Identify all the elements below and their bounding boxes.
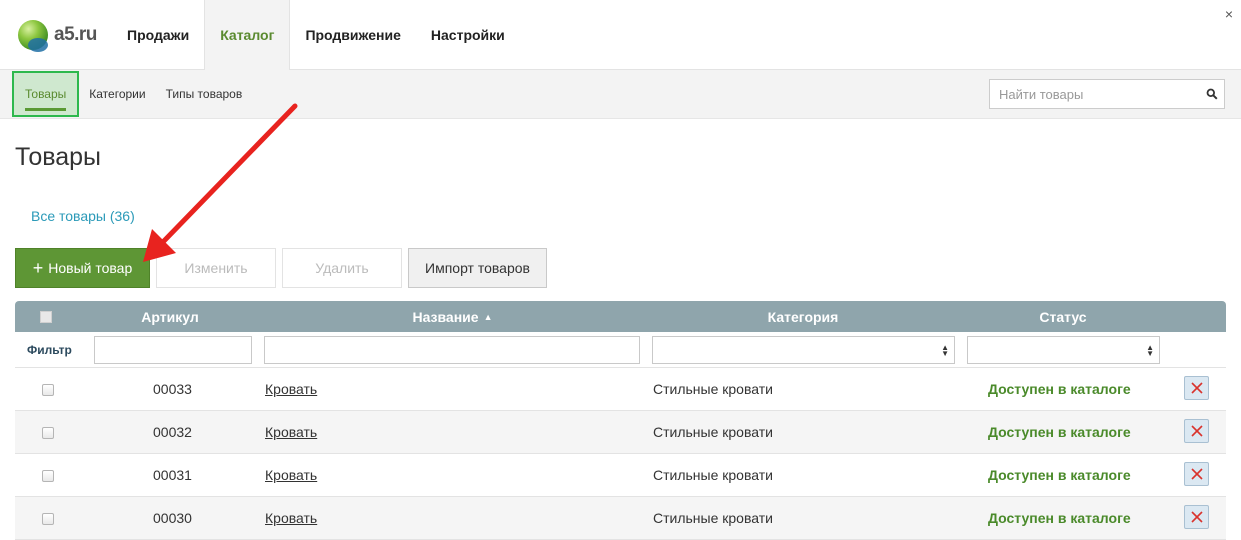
tab-products[interactable]: Товары xyxy=(12,71,80,117)
row-status: Доступен в каталоге xyxy=(988,424,1131,440)
nav-settings[interactable]: Настройки xyxy=(416,0,520,70)
new-product-button[interactable]: + Новый товар xyxy=(15,248,150,288)
tab-categories[interactable]: Категории xyxy=(79,71,155,117)
row-category: Стильные кровати xyxy=(653,381,773,397)
row-sku: 00033 xyxy=(153,381,192,397)
row-checkbox[interactable] xyxy=(42,384,54,396)
row-sku: 00032 xyxy=(153,424,192,440)
tab-product-types[interactable]: Типы товаров xyxy=(156,71,253,117)
header-sku[interactable]: Артикул xyxy=(115,301,225,332)
top-bar: a5.ru Продажи Каталог Продвижение Настро… xyxy=(0,0,1241,70)
sort-ascending-icon: ▲ xyxy=(483,311,493,322)
edit-button[interactable]: Изменить xyxy=(156,248,276,288)
table-row: 00032 Кровать Стильные кровати Доступен … xyxy=(15,411,1226,454)
header-name[interactable]: Название ▲ xyxy=(265,301,640,332)
search-input[interactable] xyxy=(990,80,1200,108)
nav-catalog[interactable]: Каталог xyxy=(204,0,291,70)
row-checkbox[interactable] xyxy=(42,513,54,525)
plus-icon: + xyxy=(32,258,44,278)
row-name-link[interactable]: Кровать xyxy=(265,411,317,453)
main-nav: Продажи Каталог Продвижение Настройки xyxy=(112,0,520,70)
row-sku: 00031 xyxy=(153,467,192,483)
row-name-link[interactable]: Кровать xyxy=(265,497,317,539)
filter-category-select[interactable]: ▲ ▼ xyxy=(652,336,955,364)
row-checkbox[interactable] xyxy=(42,427,54,439)
search-icon[interactable] xyxy=(1200,80,1224,108)
delete-button[interactable]: Удалить xyxy=(282,248,402,288)
new-product-label: Новый товар xyxy=(48,260,133,276)
row-category: Стильные кровати xyxy=(653,510,773,526)
header-name-label: Название xyxy=(412,308,479,325)
row-category: Стильные кровати xyxy=(653,467,773,483)
filter-sku-input[interactable] xyxy=(94,336,252,364)
all-products-link[interactable]: Все товары (36) xyxy=(31,208,135,224)
table-header: Артикул Название ▲ Категория Статус xyxy=(15,301,1226,332)
logo-text: a5.ru xyxy=(54,24,97,45)
logo[interactable]: a5.ru xyxy=(18,18,97,52)
close-icon xyxy=(1190,382,1203,394)
row-checkbox[interactable] xyxy=(42,470,54,482)
select-arrows-icon: ▲ ▼ xyxy=(941,343,949,358)
globe-logo-icon xyxy=(18,20,48,52)
close-icon xyxy=(1190,425,1203,437)
select-arrows-icon: ▲ ▼ xyxy=(1146,343,1154,358)
table-row: 00030 Кровать Стильные кровати Доступен … xyxy=(15,497,1226,540)
filter-label: Фильтр xyxy=(27,343,72,357)
table-row: 00033 Кровать Стильные кровати Доступен … xyxy=(15,368,1226,411)
import-products-button[interactable]: Импорт товаров xyxy=(408,248,547,288)
row-sku: 00030 xyxy=(153,510,192,526)
delete-row-button[interactable] xyxy=(1184,376,1209,400)
row-category: Стильные кровати xyxy=(653,424,773,440)
row-name-link[interactable]: Кровать xyxy=(265,454,317,496)
filter-status-select[interactable]: ▲ ▼ xyxy=(967,336,1160,364)
delete-row-button[interactable] xyxy=(1184,505,1209,529)
row-status: Доступен в каталоге xyxy=(988,510,1131,526)
close-icon xyxy=(1190,511,1203,523)
page-title: Товары xyxy=(15,143,101,171)
filter-row: Фильтр ▲ ▼ ▲ ▼ xyxy=(15,332,1226,368)
delete-row-button[interactable] xyxy=(1184,419,1209,443)
header-status[interactable]: Статус xyxy=(967,301,1159,332)
close-icon[interactable]: × xyxy=(1225,6,1233,22)
product-search xyxy=(989,79,1225,109)
delete-row-button[interactable] xyxy=(1184,462,1209,486)
row-status: Доступен в каталоге xyxy=(988,467,1131,483)
header-category[interactable]: Категория xyxy=(653,301,953,332)
nav-sales[interactable]: Продажи xyxy=(112,0,204,70)
select-all-checkbox[interactable] xyxy=(40,311,52,323)
row-name-link[interactable]: Кровать xyxy=(265,368,317,410)
row-status: Доступен в каталоге xyxy=(988,381,1131,397)
table-row: 00031 Кровать Стильные кровати Доступен … xyxy=(15,454,1226,497)
filter-name-input[interactable] xyxy=(264,336,640,364)
nav-promotion[interactable]: Продвижение xyxy=(290,0,415,70)
sub-nav: Товары Категории Типы товаров xyxy=(12,71,252,117)
close-icon xyxy=(1190,468,1203,480)
